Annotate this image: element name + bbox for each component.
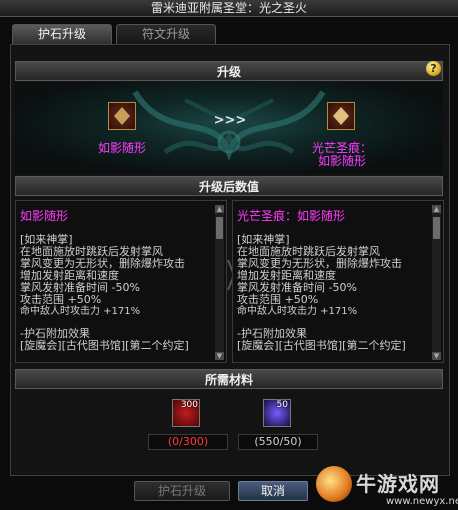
help-icon[interactable]: ? <box>426 61 441 76</box>
scroll-up-icon[interactable]: ▲ <box>432 205 441 213</box>
stats-line: 命中敌人时攻击力 +171% <box>237 306 358 317</box>
upgrade-preview: >>> 如影随形 光芒圣痕： 如影随形 <box>15 82 443 174</box>
after-values-header: 升级后数值 <box>15 176 443 196</box>
materials-header: 所需材料 <box>15 369 443 389</box>
watermark-text: 牛游戏网 <box>356 472 440 496</box>
material-count-badge: 50 <box>276 400 288 410</box>
source-item-name: 如影随形 <box>97 141 146 155</box>
stats-line: [旋魔会][古代图书馆][第二个约定] <box>237 339 406 352</box>
tab-talisman-upgrade[interactable]: 护石升级 <box>12 24 112 44</box>
upgraded-stats-title: 光芒圣痕：如影随形 <box>237 209 346 223</box>
stats-line: [旋魔会][古代图书馆][第二个约定] <box>20 339 189 352</box>
left-scrollbar[interactable]: ▲ ▼ <box>215 205 224 360</box>
material-amount-blue: (550/50) <box>238 434 318 450</box>
watermark-logo-icon <box>316 466 352 502</box>
stats-line: 攻击范围 +50% <box>237 293 319 306</box>
crystal-blue-icon[interactable]: 50 <box>263 399 291 427</box>
upgraded-stats-panel: 光芒圣痕：如影随形 [如来神掌] 在地面施放时跳跃后发射掌风 掌风变更为无形状，… <box>232 200 444 363</box>
tab-rune-upgrade[interactable]: 符文升级 <box>116 24 216 44</box>
scroll-up-icon[interactable]: ▲ <box>215 205 224 213</box>
material-amount-red: (0/300) <box>148 434 228 450</box>
target-talisman-icon[interactable] <box>327 102 355 130</box>
watermark-url: www.newyx.net <box>386 496 458 507</box>
cancel-button[interactable]: 取消 <box>238 481 308 501</box>
source-talisman-icon[interactable] <box>108 102 136 130</box>
window-title: 雷米迪亚附属圣堂：光之圣火 <box>0 0 458 17</box>
right-scrollbar[interactable]: ▲ ▼ <box>432 205 441 360</box>
upgrade-arrow-icon: >>> <box>213 113 247 128</box>
crystal-red-icon[interactable]: 300 <box>172 399 200 427</box>
target-item-name-line2: 如影随形 <box>317 154 366 168</box>
scroll-down-icon[interactable]: ▼ <box>215 352 224 360</box>
scroll-down-icon[interactable]: ▼ <box>432 352 441 360</box>
current-stats-title: 如影随形 <box>20 209 69 223</box>
scroll-thumb[interactable] <box>433 217 440 239</box>
stats-line: 命中敌人时攻击力 +171% <box>20 306 141 317</box>
upgrade-header: 升级 <box>15 61 443 81</box>
talisman-upgrade-button[interactable]: 护石升级 <box>134 481 230 501</box>
material-count-badge: 300 <box>180 400 198 410</box>
current-stats-panel: 如影随形 [如来神掌] 在地面施放时跳跃后发射掌风 掌风变更为无形状，删除爆炸攻… <box>15 200 227 363</box>
stats-line: 攻击范围 +50% <box>20 293 102 306</box>
scroll-thumb[interactable] <box>216 217 223 239</box>
target-item-name: 光芒圣痕： 如影随形 <box>305 142 379 168</box>
site-watermark: 牛游戏网 www.newyx.net <box>312 462 458 508</box>
